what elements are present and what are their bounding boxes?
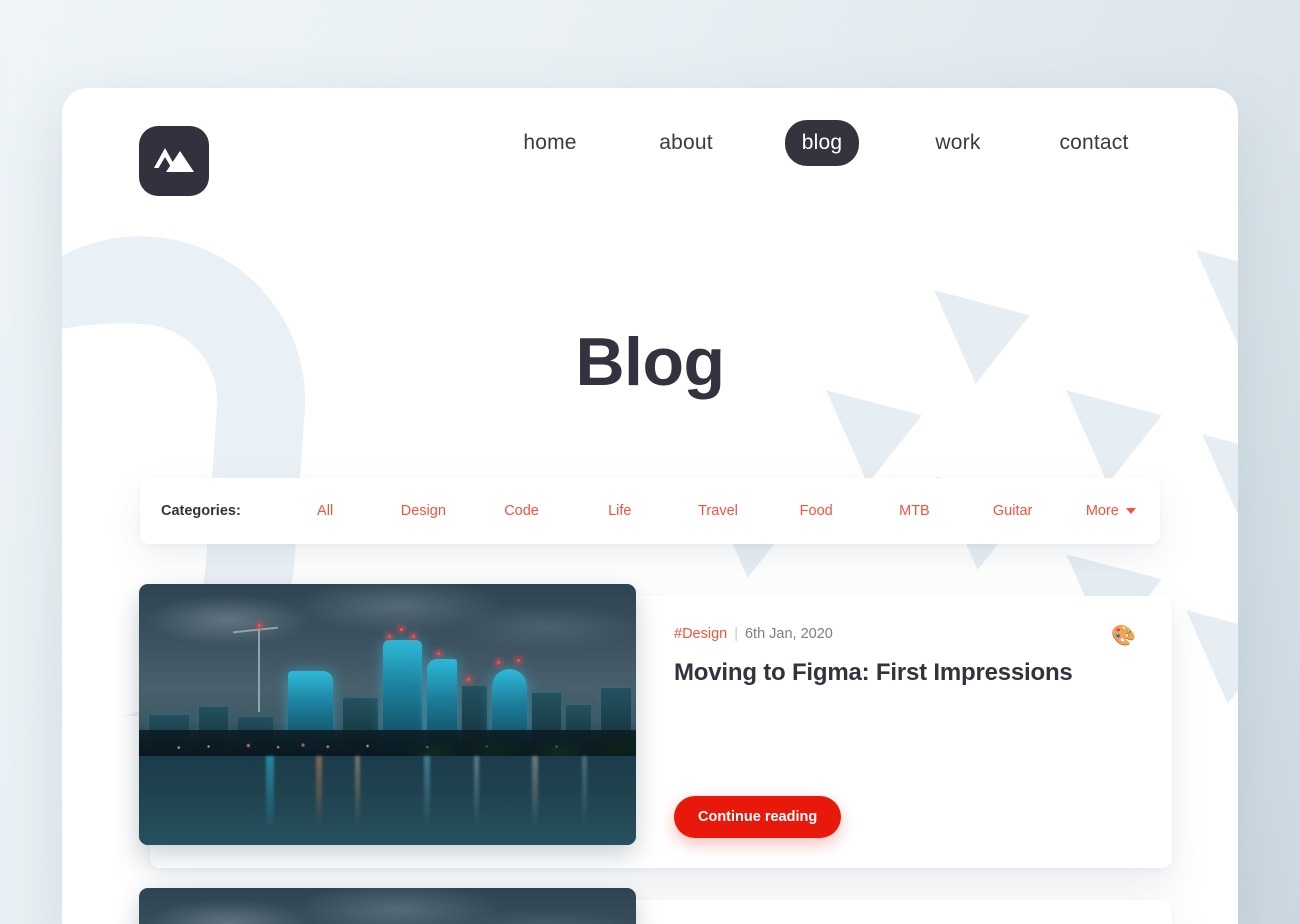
meta-separator: | (734, 626, 738, 642)
post-tag[interactable]: #Design (674, 626, 727, 642)
chevron-down-icon (1125, 508, 1136, 514)
category-travel[interactable]: Travel (669, 503, 767, 519)
photo-reflections (139, 756, 636, 845)
post-title[interactable]: Moving to Figma: First Impressions (674, 659, 1148, 687)
page-title: Blog (575, 324, 725, 400)
post-date: 6th Jan, 2020 (744, 626, 833, 642)
mountain-logo-icon (154, 147, 194, 175)
category-food[interactable]: Food (767, 503, 865, 519)
categories-label: Categories: (161, 503, 241, 519)
category-code[interactable]: Code (472, 503, 570, 519)
nav-item-work[interactable]: work (890, 120, 1026, 166)
continue-reading-button[interactable]: Continue reading (674, 796, 842, 838)
nav-item-about[interactable]: about (618, 120, 754, 166)
post-card[interactable]: #Design | 6th Jan, 2020 Moving to Figma:… (139, 584, 1172, 868)
category-design[interactable]: Design (374, 503, 472, 519)
main-nav: home about blog work contact (482, 120, 1162, 166)
category-all[interactable]: All (276, 503, 374, 519)
nav-item-blog[interactable]: blog (785, 120, 859, 166)
post-body: #Design | 6th Jan, 2020 Moving to Figma:… (674, 626, 1148, 687)
post-meta: #Design | 6th Jan, 2020 (674, 626, 1148, 642)
post-card[interactable] (139, 888, 1172, 924)
site-logo[interactable] (139, 126, 209, 196)
post-thumbnail[interactable] (139, 584, 636, 845)
nav-item-contact[interactable]: contact (1026, 120, 1162, 166)
palette-icon: 🎨 (1111, 625, 1136, 647)
category-more[interactable]: More (1062, 503, 1160, 519)
category-life[interactable]: Life (571, 503, 669, 519)
site-header: home about blog work contact (62, 88, 1238, 238)
category-more-label: More (1085, 503, 1119, 519)
categories-bar: Categories: All Design Code Life Travel … (140, 478, 1160, 544)
photo-clouds (139, 888, 636, 924)
category-guitar[interactable]: Guitar (964, 503, 1062, 519)
category-mtb[interactable]: MTB (865, 503, 963, 519)
site-frame: home about blog work contact Blog Catego… (62, 88, 1238, 924)
post-thumbnail[interactable] (139, 888, 636, 924)
categories-list: All Design Code Life Travel Food MTB Gui… (276, 503, 1160, 519)
nav-item-home[interactable]: home (482, 120, 618, 166)
